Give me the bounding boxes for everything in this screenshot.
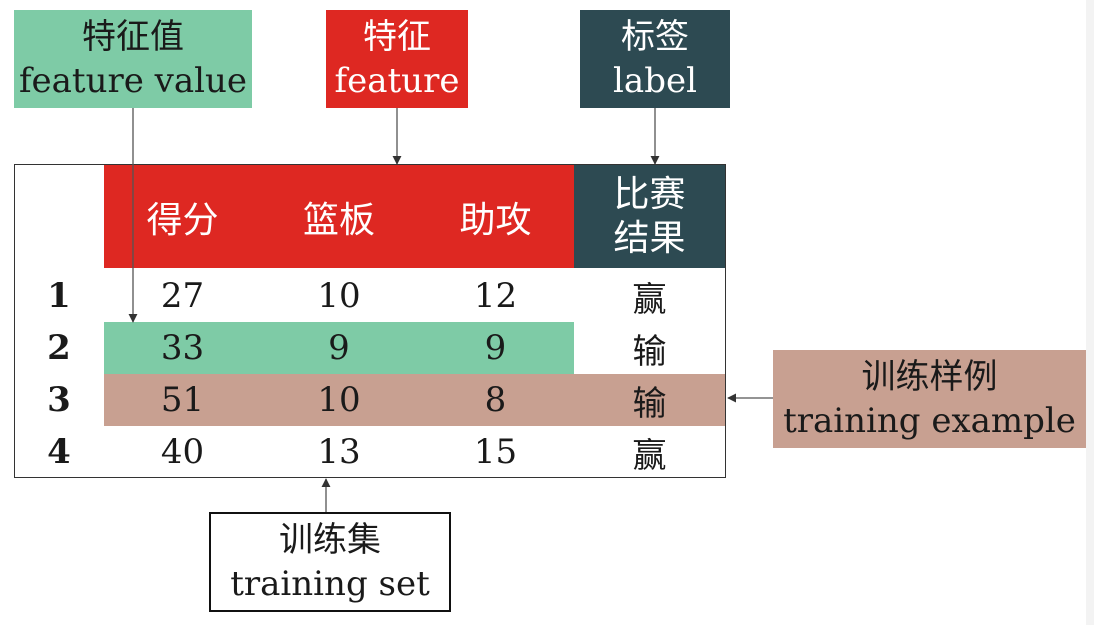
- connector-arrows: [128, 108, 773, 512]
